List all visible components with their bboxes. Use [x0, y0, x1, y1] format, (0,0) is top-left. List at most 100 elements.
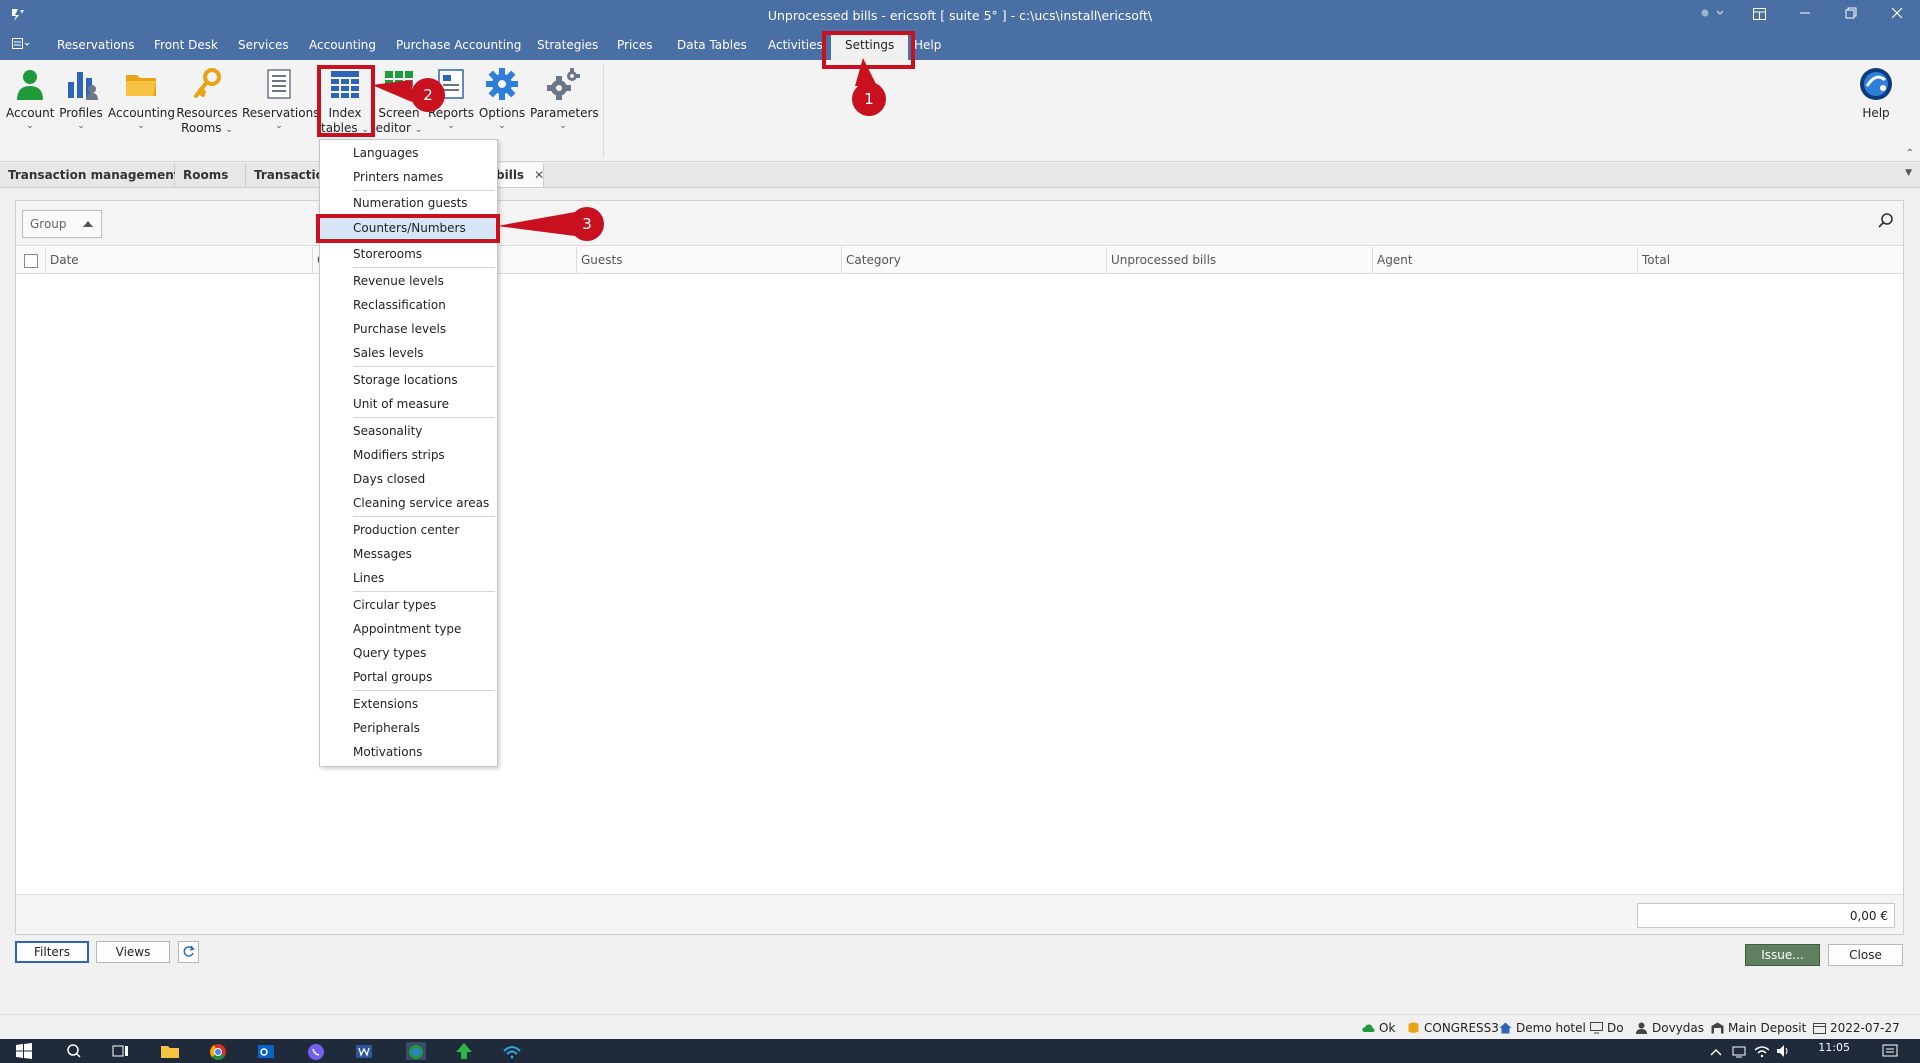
group-select[interactable]: Group: [22, 210, 102, 238]
menu-item-cleaning-service-areas[interactable]: Cleaning service areas: [320, 493, 497, 513]
menu-front-desk[interactable]: Front Desk: [154, 38, 218, 52]
menu-item-production-center[interactable]: Production center: [320, 520, 497, 540]
menu-separator: [353, 267, 495, 268]
profiles-button[interactable]: Profiles ⌄: [57, 66, 105, 131]
tab-rooms[interactable]: Rooms: [175, 163, 246, 187]
menu-accounting[interactable]: Accounting: [309, 38, 376, 52]
accounting-button[interactable]: Accounting ⌄: [108, 66, 176, 131]
menu-item-revenue-levels[interactable]: Revenue levels: [320, 271, 497, 291]
taskbar-clock[interactable]: 11:05: [1818, 1041, 1850, 1054]
status-ok: Ok: [1362, 1021, 1395, 1035]
ericsoft-taskbar-icon[interactable]: [406, 1042, 426, 1060]
options-label: Options: [478, 106, 526, 120]
views-button[interactable]: Views: [96, 941, 170, 963]
menu-purchase-accounting[interactable]: Purchase Accounting: [396, 38, 521, 52]
column-guests[interactable]: Guests: [576, 247, 841, 274]
menu-item-appointment-type[interactable]: Appointment type: [320, 619, 497, 639]
tabs-dropdown-icon[interactable]: ▼: [1905, 168, 1912, 178]
search-taskbar-icon[interactable]: [64, 1042, 84, 1060]
application-window: Unprocessed bills - ericsoft [ suite 5° …: [0, 0, 1920, 1063]
menu-item-messages[interactable]: Messages: [320, 544, 497, 564]
search-icon[interactable]: [1875, 210, 1897, 232]
help-ribbon-button[interactable]: Help: [1856, 66, 1896, 121]
document-tabs: Transaction management Rooms Transaction…: [0, 163, 1920, 188]
refresh-button[interactable]: [178, 941, 199, 963]
sort-arrow-icon: [83, 221, 93, 227]
app-menu-icon[interactable]: [12, 38, 30, 53]
account-button[interactable]: Account ⌄: [6, 66, 54, 131]
close-button[interactable]: Close: [1828, 944, 1903, 966]
column-category[interactable]: Category: [841, 247, 1106, 274]
menu-item-seasonality[interactable]: Seasonality: [320, 421, 497, 441]
windows-start-icon[interactable]: [14, 1042, 34, 1060]
wifi-app-icon[interactable]: [502, 1042, 522, 1060]
menu-item-extensions[interactable]: Extensions: [320, 694, 497, 714]
brightness-icon[interactable]: [1690, 0, 1736, 31]
chevron-down-icon: ⌄: [225, 125, 233, 135]
menu-item-days-closed[interactable]: Days closed: [320, 469, 497, 489]
restore-icon[interactable]: [1828, 0, 1874, 31]
collapse-ribbon-icon[interactable]: ⌃: [1906, 148, 1914, 159]
issue-button[interactable]: Issue...: [1745, 944, 1820, 966]
menu-item-numeration-guests[interactable]: Numeration guests: [320, 193, 497, 213]
resources-rooms-button[interactable]: Resources Rooms ⌄: [176, 66, 238, 138]
home-icon: [1499, 1022, 1512, 1034]
tab-transaction-management[interactable]: Transaction management: [0, 163, 180, 187]
menu-item-purchase-levels[interactable]: Purchase levels: [320, 319, 497, 339]
menu-item-portal-groups[interactable]: Portal groups: [320, 667, 497, 687]
chrome-icon[interactable]: [208, 1042, 228, 1060]
menu-item-lines[interactable]: Lines: [320, 568, 497, 588]
menu-item-printers-names[interactable]: Printers names: [320, 167, 497, 187]
tray-chevron-icon[interactable]: [1706, 1042, 1726, 1060]
file-explorer-icon[interactable]: [160, 1042, 180, 1060]
viber-icon[interactable]: [306, 1042, 326, 1060]
menu-item-storerooms[interactable]: Storerooms: [320, 244, 497, 264]
status-deposit: Main Deposit: [1711, 1021, 1806, 1035]
menu-item-modifiers-strips[interactable]: Modifiers strips: [320, 445, 497, 465]
filters-button[interactable]: Filters: [15, 941, 89, 963]
menu-separator: [353, 591, 495, 592]
step-badge-3: 3: [570, 207, 604, 241]
menu-reservations[interactable]: Reservations: [57, 38, 134, 52]
chevron-down-icon: ⌄: [414, 125, 423, 135]
menu-activities[interactable]: Activities: [768, 38, 823, 52]
notifications-icon[interactable]: [1880, 1042, 1900, 1060]
minimize-icon[interactable]: [1782, 0, 1828, 31]
task-view-icon[interactable]: [110, 1042, 130, 1060]
word-icon[interactable]: [354, 1042, 374, 1060]
menu-help[interactable]: Help: [914, 38, 941, 52]
menu-item-peripherals[interactable]: Peripherals: [320, 718, 497, 738]
column-date[interactable]: Date: [45, 247, 327, 274]
menu-item-languages[interactable]: Languages: [320, 143, 497, 163]
reservations-ribbon-button[interactable]: Reservations ⌄: [242, 66, 319, 131]
outlook-icon[interactable]: [256, 1042, 276, 1060]
menu-prices[interactable]: Prices: [617, 38, 653, 52]
column-unprocessed-bills[interactable]: Unprocessed bills: [1106, 247, 1372, 274]
callout-pointer-2: [372, 80, 412, 102]
menu-item-storage-locations[interactable]: Storage locations: [320, 370, 497, 390]
menu-item-reclassification[interactable]: Reclassification: [320, 295, 497, 315]
accounting-label: Accounting: [108, 106, 176, 120]
column-total[interactable]: Total: [1637, 247, 1903, 274]
calendar-icon: [1813, 1023, 1826, 1034]
column-agent[interactable]: Agent: [1372, 247, 1637, 274]
menu-data-tables[interactable]: Data Tables: [677, 38, 747, 52]
layout-icon[interactable]: [1736, 0, 1782, 31]
menu-item-unit-of-measure[interactable]: Unit of measure: [320, 394, 497, 414]
group-bar: Group: [16, 201, 1903, 246]
select-all-checkbox[interactable]: [24, 254, 38, 268]
volume-icon[interactable]: [1774, 1042, 1794, 1060]
menu-strategies[interactable]: Strategies: [537, 38, 598, 52]
menu-services[interactable]: Services: [238, 38, 289, 52]
options-button[interactable]: Options ⌄: [477, 66, 527, 131]
menu-item-motivations[interactable]: Motivations: [320, 742, 497, 762]
wifi-icon[interactable]: [1752, 1042, 1772, 1060]
network-icon[interactable]: [1730, 1042, 1750, 1060]
menu-item-sales-levels[interactable]: Sales levels: [320, 343, 497, 363]
menu-item-circular-types[interactable]: Circular types: [320, 595, 497, 615]
menu-item-query-types[interactable]: Query types: [320, 643, 497, 663]
upload-arrow-icon[interactable]: [454, 1042, 474, 1060]
close-tab-icon[interactable]: ✕: [534, 168, 544, 182]
close-window-icon[interactable]: [1874, 0, 1920, 31]
parameters-button[interactable]: Parameters ⌄: [530, 66, 599, 131]
